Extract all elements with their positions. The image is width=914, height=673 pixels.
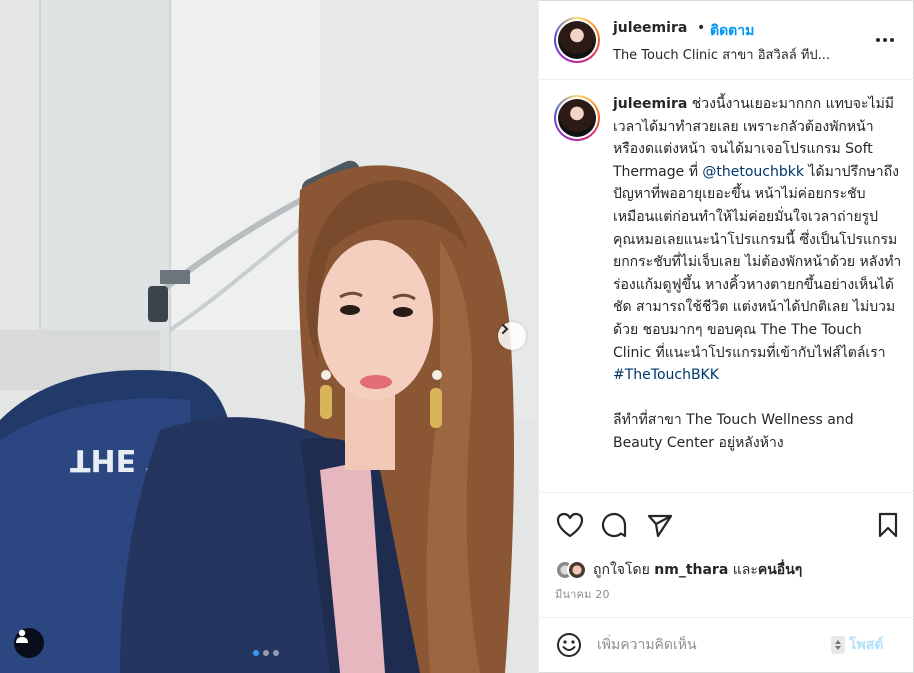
caption-username[interactable]: juleemira: [613, 96, 687, 112]
comment-icon[interactable]: [599, 510, 629, 540]
heart-icon[interactable]: [555, 510, 585, 540]
caption-hashtag[interactable]: #TheTouchBKK: [613, 367, 719, 383]
carousel-indicator: [253, 650, 279, 656]
caption-avatar[interactable]: [554, 95, 600, 141]
carousel-next-button[interactable]: [498, 322, 526, 350]
caption-body-2: ได้มาปรึกษาถึงปัญหาที่พออายุเยอะขึ้น หน้…: [613, 163, 902, 361]
post-header: juleemira • ติดตาม The Touch Clinic สาขา…: [539, 0, 914, 80]
paper-plane-icon[interactable]: [645, 510, 675, 540]
liked-by-user[interactable]: nm_thara: [654, 562, 728, 578]
emoji-icon[interactable]: [555, 631, 583, 659]
post-date[interactable]: มีนาคม 20: [555, 585, 610, 603]
post-comment-button[interactable]: โพสต์: [831, 634, 883, 656]
user-tag-button[interactable]: [14, 628, 44, 658]
location-link[interactable]: The Touch Clinic สาขา อิสวิลล์ ทีป...: [613, 44, 830, 65]
caption-text: juleemira ช่วงนี้งานเยอะมากกก แทบจะไม่มี…: [613, 93, 903, 455]
bookmark-icon[interactable]: [873, 510, 903, 540]
avatar[interactable]: [554, 17, 600, 63]
header-separator: •: [697, 20, 706, 36]
liked-by-prefix: ถูกใจโดย: [593, 562, 650, 578]
liked-by-others[interactable]: คนอื่นๆ: [758, 562, 802, 578]
post-button-label: โพสต์: [849, 637, 884, 653]
more-horizontal-icon[interactable]: [873, 30, 897, 50]
caption-body-3: ลีทำที่สาขา The Touch Wellness and Beaut…: [613, 412, 854, 451]
chevron-right-icon: [502, 324, 509, 334]
username-link[interactable]: juleemira: [613, 20, 687, 36]
photo-illustration: THE TOUCH: [0, 0, 538, 673]
liker-avatar[interactable]: [567, 560, 587, 580]
caption-mention[interactable]: @thetouchbkk: [702, 164, 804, 180]
sort-icon: [831, 636, 845, 654]
comment-input[interactable]: [597, 632, 827, 658]
post-side-panel: juleemira • ติดตาม The Touch Clinic สาขา…: [538, 0, 914, 673]
liked-by-suffix: และ: [732, 562, 758, 578]
likes-row: ถูกใจโดย nm_thara และคนอื่นๆ: [555, 557, 802, 583]
post-photo[interactable]: THE TOUCH: [0, 0, 538, 673]
user-tag-icon: [16, 629, 28, 643]
carousel-dot: [263, 650, 269, 656]
liked-by-text: ถูกใจโดย nm_thara และคนอื่นๆ: [593, 559, 802, 581]
carousel-dot: [253, 650, 259, 656]
carousel-dot: [273, 650, 279, 656]
follow-button[interactable]: ติดตาม: [710, 20, 754, 42]
comment-bar: โพสต์: [539, 617, 914, 673]
action-bar: [539, 510, 914, 544]
caption-area[interactable]: juleemira ช่วงนี้งานเยอะมากกก แทบจะไม่มี…: [539, 81, 914, 493]
